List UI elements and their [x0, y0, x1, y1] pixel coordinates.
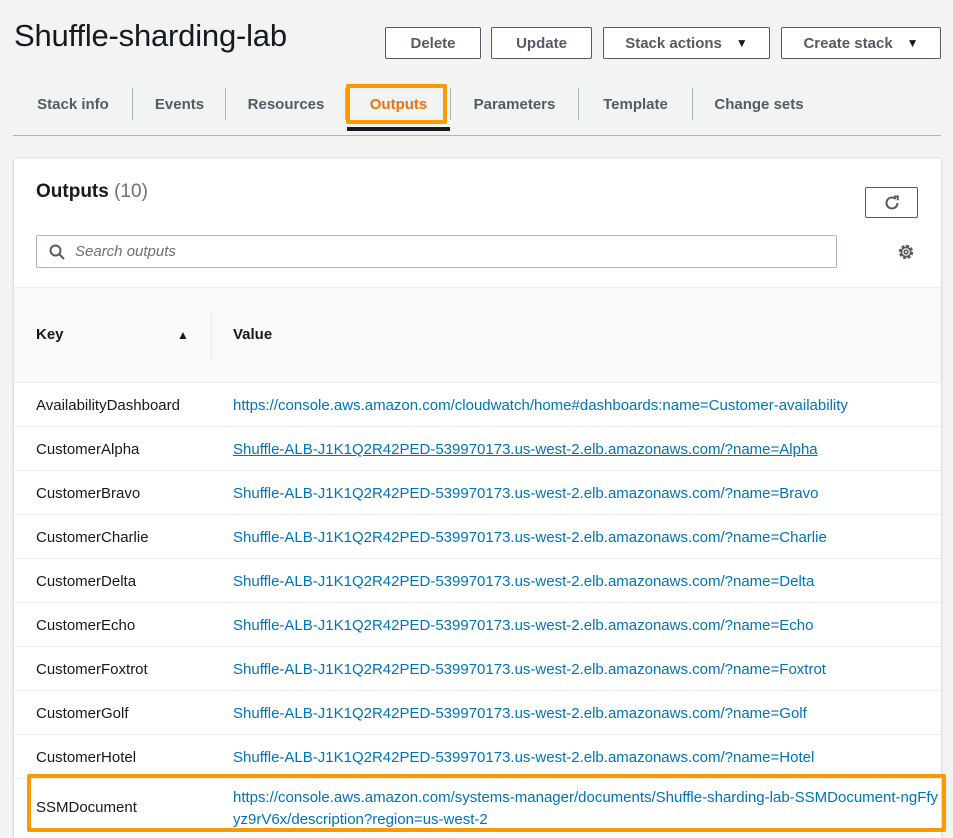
table-header: Key ▲ Value: [14, 287, 941, 383]
refresh-button[interactable]: [865, 187, 918, 218]
row-key: CustomerCharlie: [36, 529, 149, 546]
search-icon: [49, 244, 65, 260]
tab-divider: [345, 88, 346, 120]
table-row: CustomerAlpha Shuffle-ALB-J1K1Q2R42PED-53…: [14, 427, 941, 471]
row-value-link[interactable]: Shuffle-ALB-J1K1Q2R42PED-539970173.us-we…: [233, 529, 827, 546]
table-row: AvailabilityDashboard https://console.aws…: [14, 383, 941, 427]
row-key: CustomerHotel: [36, 749, 137, 766]
column-header-value: Value: [233, 326, 273, 343]
update-button[interactable]: Update: [491, 27, 592, 59]
table-row: CustomerCharlie Shuffle-ALB-J1K1Q2R42PED-…: [14, 515, 941, 559]
settings-gear-icon[interactable]: [896, 242, 916, 262]
table-row: SSMDocument https://console.aws.amazon.co…: [14, 779, 941, 831]
column-divider: [211, 312, 212, 360]
tab-template[interactable]: Template: [579, 84, 692, 124]
caret-down-icon: ▼: [906, 36, 919, 50]
stack-tabs: Stack info Events Resources Outputs Para…: [13, 84, 941, 136]
outputs-panel: Outputs (10) Key ▲ Value Av: [14, 158, 941, 838]
stack-actions-label: Stack actions: [625, 34, 722, 52]
row-value-link[interactable]: Shuffle-ALB-J1K1Q2R42PED-539970173.us-we…: [233, 661, 826, 678]
outputs-title: Outputs (10): [36, 181, 148, 203]
tab-stack-info[interactable]: Stack info: [13, 84, 133, 124]
table-row: CustomerDelta Shuffle-ALB-J1K1Q2R42PED-53…: [14, 559, 941, 603]
create-stack-button[interactable]: Create stack ▼: [781, 27, 941, 59]
outputs-title-text: Outputs: [36, 181, 109, 202]
table-row: CustomerGolf Shuffle-ALB-J1K1Q2R42PED-539…: [14, 691, 941, 735]
tab-parameters[interactable]: Parameters: [451, 84, 578, 124]
delete-button-label: Delete: [410, 34, 456, 52]
delete-button[interactable]: Delete: [385, 27, 481, 59]
row-value-link[interactable]: https://console.aws.amazon.com/cloudwatc…: [233, 397, 848, 414]
row-value-link[interactable]: Shuffle-ALB-J1K1Q2R42PED-539970173.us-we…: [233, 705, 807, 722]
stack-actions-button[interactable]: Stack actions ▼: [603, 27, 770, 59]
table-row: CustomerEcho Shuffle-ALB-J1K1Q2R42PED-539…: [14, 603, 941, 647]
active-tab-indicator: [347, 127, 450, 131]
row-value-link[interactable]: Shuffle-ALB-J1K1Q2R42PED-539970173.us-we…: [233, 485, 818, 502]
row-key: CustomerEcho: [36, 617, 136, 634]
row-value-link[interactable]: https://console.aws.amazon.com/systems-m…: [233, 787, 943, 831]
search-box: [36, 235, 837, 268]
sort-ascending-icon[interactable]: ▲: [177, 328, 189, 342]
caret-down-icon: ▼: [735, 36, 748, 50]
row-key: SSMDocument: [36, 799, 137, 816]
update-button-label: Update: [516, 34, 567, 52]
row-key: CustomerFoxtrot: [36, 661, 148, 678]
tab-change-sets[interactable]: Change sets: [693, 84, 825, 124]
tab-events[interactable]: Events: [133, 84, 226, 124]
row-value-link[interactable]: Shuffle-ALB-J1K1Q2R42PED-539970173.us-we…: [233, 441, 818, 458]
row-value-link[interactable]: Shuffle-ALB-J1K1Q2R42PED-539970173.us-we…: [233, 617, 813, 634]
search-input[interactable]: [75, 243, 815, 260]
row-key: CustomerGolf: [36, 705, 129, 722]
table-row: CustomerBravo Shuffle-ALB-J1K1Q2R42PED-53…: [14, 471, 941, 515]
table-row: CustomerFoxtrot Shuffle-ALB-J1K1Q2R42PED-…: [14, 647, 941, 691]
outputs-count: (10): [114, 181, 148, 202]
tab-resources[interactable]: Resources: [226, 84, 346, 124]
column-header-key[interactable]: Key: [36, 326, 64, 343]
row-key: CustomerBravo: [36, 485, 141, 502]
row-value-link[interactable]: Shuffle-ALB-J1K1Q2R42PED-539970173.us-we…: [233, 573, 814, 590]
row-value-link[interactable]: Shuffle-ALB-J1K1Q2R42PED-539970173.us-we…: [233, 749, 814, 766]
row-key: CustomerDelta: [36, 573, 137, 590]
refresh-icon: [885, 195, 899, 209]
row-key: AvailabilityDashboard: [36, 397, 180, 414]
table-row: CustomerHotel Shuffle-ALB-J1K1Q2R42PED-53…: [14, 735, 941, 779]
page-title: Shuffle-sharding-lab: [14, 18, 287, 53]
create-stack-label: Create stack: [803, 34, 893, 52]
cloudformation-stack-page: Shuffle-sharding-lab Delete Update Stack…: [0, 0, 953, 838]
tab-outputs[interactable]: Outputs: [347, 84, 450, 124]
row-key: CustomerAlpha: [36, 441, 140, 458]
